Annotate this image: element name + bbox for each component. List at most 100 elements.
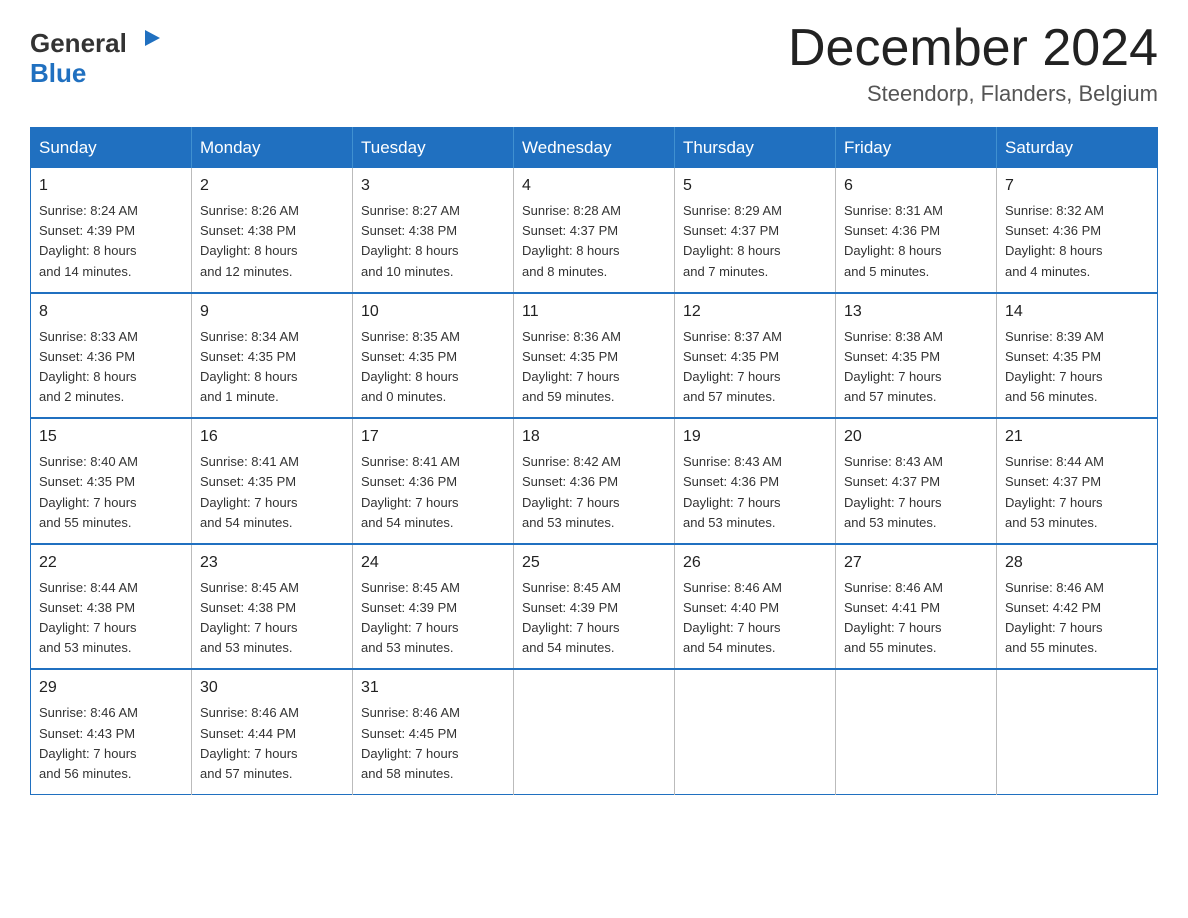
calendar-week-3: 15 Sunrise: 8:40 AMSunset: 4:35 PMDayligh… <box>31 418 1158 544</box>
calendar-table: SundayMondayTuesdayWednesdayThursdayFrid… <box>30 127 1158 795</box>
day-number: 8 <box>39 300 183 324</box>
column-header-saturday: Saturday <box>997 128 1158 169</box>
day-number: 5 <box>683 174 827 198</box>
day-info: Sunrise: 8:32 AMSunset: 4:36 PMDaylight:… <box>1005 201 1149 282</box>
generalblue-logo: General Blue <box>30 20 170 90</box>
calendar-cell <box>836 669 997 794</box>
calendar-cell: 4 Sunrise: 8:28 AMSunset: 4:37 PMDaylight… <box>514 168 675 293</box>
day-number: 14 <box>1005 300 1149 324</box>
day-info: Sunrise: 8:43 AMSunset: 4:36 PMDaylight:… <box>683 452 827 533</box>
day-number: 25 <box>522 551 666 575</box>
column-header-tuesday: Tuesday <box>353 128 514 169</box>
calendar-cell: 22 Sunrise: 8:44 AMSunset: 4:38 PMDayligh… <box>31 544 192 670</box>
day-number: 6 <box>844 174 988 198</box>
svg-text:General: General <box>30 28 127 58</box>
calendar-week-5: 29 Sunrise: 8:46 AMSunset: 4:43 PMDayligh… <box>31 669 1158 794</box>
calendar-cell <box>675 669 836 794</box>
calendar-cell: 31 Sunrise: 8:46 AMSunset: 4:45 PMDayligh… <box>353 669 514 794</box>
day-info: Sunrise: 8:38 AMSunset: 4:35 PMDaylight:… <box>844 327 988 408</box>
calendar-cell: 1 Sunrise: 8:24 AMSunset: 4:39 PMDaylight… <box>31 168 192 293</box>
day-number: 31 <box>361 676 505 700</box>
day-info: Sunrise: 8:26 AMSunset: 4:38 PMDaylight:… <box>200 201 344 282</box>
calendar-week-2: 8 Sunrise: 8:33 AMSunset: 4:36 PMDaylight… <box>31 293 1158 419</box>
calendar-cell: 10Sunrise: 8:35 AMSunset: 4:35 PMDayligh… <box>353 293 514 419</box>
day-info: Sunrise: 8:41 AMSunset: 4:35 PMDaylight:… <box>200 452 344 533</box>
day-number: 29 <box>39 676 183 700</box>
day-number: 2 <box>200 174 344 198</box>
day-number: 26 <box>683 551 827 575</box>
calendar-cell: 21 Sunrise: 8:44 AMSunset: 4:37 PMDayligh… <box>997 418 1158 544</box>
calendar-cell: 20 Sunrise: 8:43 AMSunset: 4:37 PMDayligh… <box>836 418 997 544</box>
calendar-cell: 16Sunrise: 8:41 AMSunset: 4:35 PMDayligh… <box>192 418 353 544</box>
calendar-cell: 7Sunrise: 8:32 AMSunset: 4:36 PMDaylight… <box>997 168 1158 293</box>
calendar-header-row: SundayMondayTuesdayWednesdayThursdayFrid… <box>31 128 1158 169</box>
column-header-wednesday: Wednesday <box>514 128 675 169</box>
day-info: Sunrise: 8:43 AMSunset: 4:37 PMDaylight:… <box>844 452 988 533</box>
day-number: 12 <box>683 300 827 324</box>
day-info: Sunrise: 8:44 AMSunset: 4:37 PMDaylight:… <box>1005 452 1149 533</box>
calendar-cell: 5Sunrise: 8:29 AMSunset: 4:37 PMDaylight… <box>675 168 836 293</box>
calendar-cell: 19 Sunrise: 8:43 AMSunset: 4:36 PMDayligh… <box>675 418 836 544</box>
calendar-cell: 9Sunrise: 8:34 AMSunset: 4:35 PMDaylight… <box>192 293 353 419</box>
day-info: Sunrise: 8:42 AMSunset: 4:36 PMDaylight:… <box>522 452 666 533</box>
day-number: 3 <box>361 174 505 198</box>
day-number: 22 <box>39 551 183 575</box>
day-number: 15 <box>39 425 183 449</box>
day-info: Sunrise: 8:45 AMSunset: 4:38 PMDaylight:… <box>200 578 344 659</box>
day-number: 20 <box>844 425 988 449</box>
column-header-monday: Monday <box>192 128 353 169</box>
column-header-thursday: Thursday <box>675 128 836 169</box>
column-header-friday: Friday <box>836 128 997 169</box>
column-header-sunday: Sunday <box>31 128 192 169</box>
day-info: Sunrise: 8:44 AMSunset: 4:38 PMDaylight:… <box>39 578 183 659</box>
day-info: Sunrise: 8:31 AMSunset: 4:36 PMDaylight:… <box>844 201 988 282</box>
calendar-cell: 26Sunrise: 8:46 AMSunset: 4:40 PMDayligh… <box>675 544 836 670</box>
calendar-cell <box>997 669 1158 794</box>
day-info: Sunrise: 8:46 AMSunset: 4:41 PMDaylight:… <box>844 578 988 659</box>
day-number: 13 <box>844 300 988 324</box>
day-info: Sunrise: 8:37 AMSunset: 4:35 PMDaylight:… <box>683 327 827 408</box>
day-info: Sunrise: 8:33 AMSunset: 4:36 PMDaylight:… <box>39 327 183 408</box>
calendar-cell: 8 Sunrise: 8:33 AMSunset: 4:36 PMDaylight… <box>31 293 192 419</box>
day-info: Sunrise: 8:35 AMSunset: 4:35 PMDaylight:… <box>361 327 505 408</box>
calendar-cell: 11Sunrise: 8:36 AMSunset: 4:35 PMDayligh… <box>514 293 675 419</box>
day-number: 1 <box>39 174 183 198</box>
page-title: December 2024 <box>788 20 1158 77</box>
day-info: Sunrise: 8:36 AMSunset: 4:35 PMDaylight:… <box>522 327 666 408</box>
day-info: Sunrise: 8:46 AMSunset: 4:43 PMDaylight:… <box>39 703 183 784</box>
calendar-cell: 28Sunrise: 8:46 AMSunset: 4:42 PMDayligh… <box>997 544 1158 670</box>
day-number: 4 <box>522 174 666 198</box>
day-number: 18 <box>522 425 666 449</box>
day-info: Sunrise: 8:46 AMSunset: 4:45 PMDaylight:… <box>361 703 505 784</box>
day-number: 17 <box>361 425 505 449</box>
calendar-cell: 18 Sunrise: 8:42 AMSunset: 4:36 PMDayligh… <box>514 418 675 544</box>
calendar-cell: 25Sunrise: 8:45 AMSunset: 4:39 PMDayligh… <box>514 544 675 670</box>
day-info: Sunrise: 8:34 AMSunset: 4:35 PMDaylight:… <box>200 327 344 408</box>
calendar-cell: 6 Sunrise: 8:31 AMSunset: 4:36 PMDaylight… <box>836 168 997 293</box>
calendar-cell: 3 Sunrise: 8:27 AMSunset: 4:38 PMDaylight… <box>353 168 514 293</box>
day-number: 27 <box>844 551 988 575</box>
day-number: 21 <box>1005 425 1149 449</box>
day-info: Sunrise: 8:27 AMSunset: 4:38 PMDaylight:… <box>361 201 505 282</box>
calendar-cell: 23 Sunrise: 8:45 AMSunset: 4:38 PMDayligh… <box>192 544 353 670</box>
calendar-cell: 24Sunrise: 8:45 AMSunset: 4:39 PMDayligh… <box>353 544 514 670</box>
title-area: December 2024 Steendorp, Flanders, Belgi… <box>788 20 1158 107</box>
calendar-cell: 14 Sunrise: 8:39 AMSunset: 4:35 PMDayligh… <box>997 293 1158 419</box>
day-info: Sunrise: 8:40 AMSunset: 4:35 PMDaylight:… <box>39 452 183 533</box>
calendar-cell: 12 Sunrise: 8:37 AMSunset: 4:35 PMDayligh… <box>675 293 836 419</box>
logo: General Blue <box>30 20 170 90</box>
calendar-week-1: 1 Sunrise: 8:24 AMSunset: 4:39 PMDaylight… <box>31 168 1158 293</box>
page-subtitle: Steendorp, Flanders, Belgium <box>788 81 1158 107</box>
day-number: 23 <box>200 551 344 575</box>
calendar-cell: 15 Sunrise: 8:40 AMSunset: 4:35 PMDayligh… <box>31 418 192 544</box>
day-number: 19 <box>683 425 827 449</box>
day-info: Sunrise: 8:46 AMSunset: 4:44 PMDaylight:… <box>200 703 344 784</box>
day-info: Sunrise: 8:28 AMSunset: 4:37 PMDaylight:… <box>522 201 666 282</box>
calendar-cell: 17Sunrise: 8:41 AMSunset: 4:36 PMDayligh… <box>353 418 514 544</box>
page-header: General Blue December 2024 Steendorp, Fl… <box>30 20 1158 107</box>
day-info: Sunrise: 8:39 AMSunset: 4:35 PMDaylight:… <box>1005 327 1149 408</box>
day-info: Sunrise: 8:46 AMSunset: 4:42 PMDaylight:… <box>1005 578 1149 659</box>
day-info: Sunrise: 8:24 AMSunset: 4:39 PMDaylight:… <box>39 201 183 282</box>
svg-text:Blue: Blue <box>30 58 86 88</box>
day-number: 24 <box>361 551 505 575</box>
